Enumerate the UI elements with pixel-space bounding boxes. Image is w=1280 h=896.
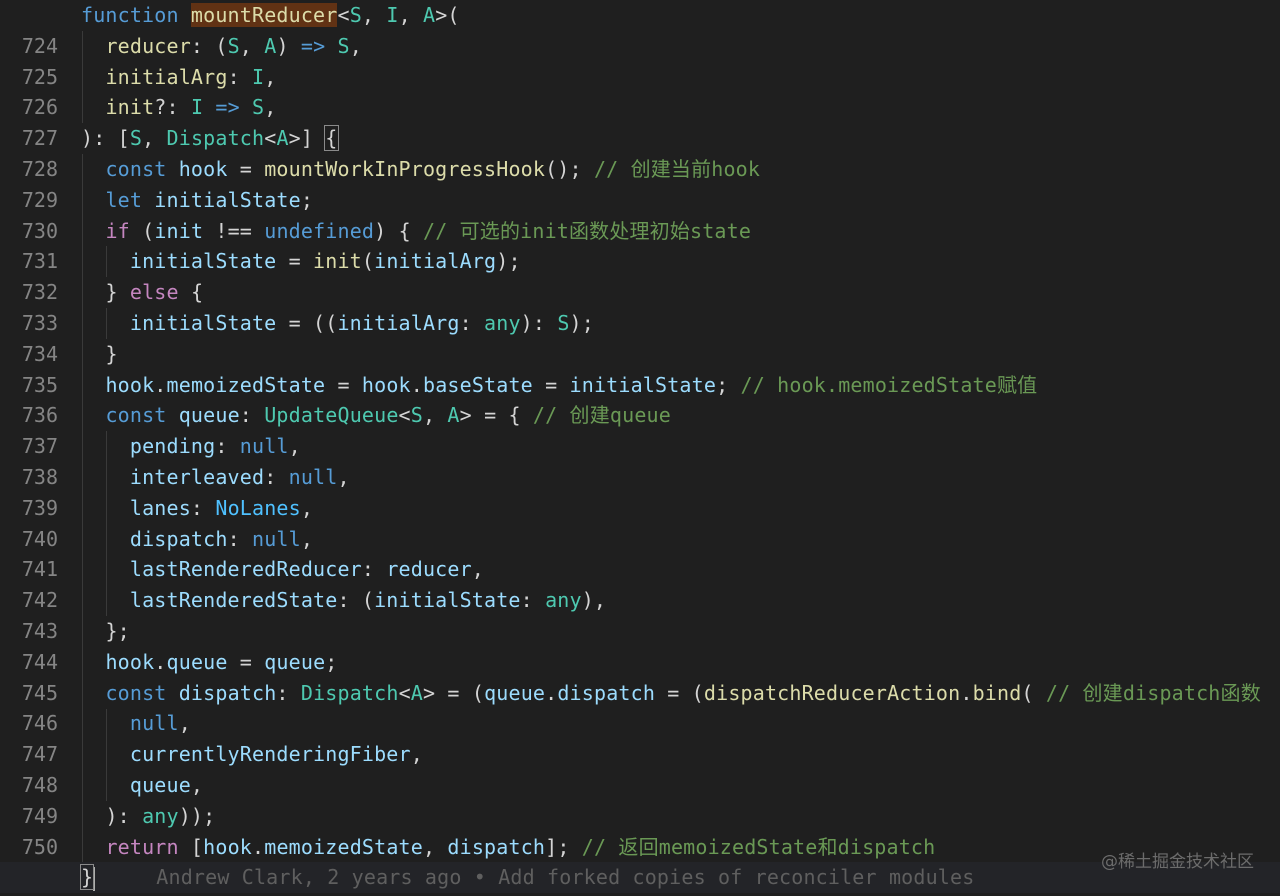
code-line[interactable]: 741 dispatch: null,	[0, 524, 1280, 582]
code-text: reducer: (S, A) => S,	[105, 33, 362, 58]
code-text: } Andrew Clark, 2 years ago • Add forked…	[79, 864, 975, 891]
code-text: lastRenderedReducer: reducer,	[129, 557, 485, 582]
code-text: } else {	[105, 280, 204, 305]
code-line[interactable]: 724 function mountReducer<S, I, A>(	[0, 0, 1280, 58]
code-text: const queue: UpdateQueue<S, A> = { // 创建…	[105, 403, 671, 428]
code-text: hook.memoizedState = hook.baseState = in…	[105, 372, 1038, 397]
code-line[interactable]: 727 init?: I => S,	[0, 92, 1280, 150]
code-text: init?: I => S,	[105, 95, 277, 120]
code-line[interactable]: 751 return [hook.memoizedState, dispatch…	[0, 832, 1280, 890]
code-line[interactable]: 728 ): [S, Dispatch<A>] {	[0, 123, 1280, 181]
code-line-current[interactable]: 752 } Andrew Clark, 2 years ago • Add fo…	[0, 862, 1280, 894]
code-line[interactable]: 746 const dispatch: Dispatch<A> = (queue…	[0, 678, 1280, 736]
code-text: hook.queue = queue;	[105, 649, 338, 674]
watermark: @稀土掘金技术社区	[1101, 852, 1254, 872]
text-cursor-icon	[93, 866, 96, 891]
code-text: interleaved: null,	[129, 465, 350, 489]
code-line[interactable]: 745 hook.queue = queue;	[0, 647, 1280, 705]
code-line[interactable]: 742 lastRenderedReducer: reducer,	[0, 554, 1280, 612]
code-text: }	[105, 341, 118, 366]
code-line[interactable]: 739 interleaved: null,	[0, 462, 1280, 520]
code-text: };	[105, 619, 130, 643]
code-line[interactable]: 743 lastRenderedState: (initialState: an…	[0, 585, 1280, 643]
code-line[interactable]: 737 const queue: UpdateQueue<S, A> = { /…	[0, 400, 1280, 458]
code-line[interactable]: 734 initialState = ((initialArg: any): S…	[0, 308, 1280, 366]
code-text: initialState = ((initialArg: any): S);	[129, 311, 594, 335]
code-line[interactable]: 731 if (init !== undefined) { // 可选的init…	[0, 216, 1280, 274]
code-line[interactable]: 736 hook.memoizedState = hook.baseState …	[0, 370, 1280, 428]
code-text: let initialState;	[105, 187, 314, 212]
code-text: initialArg: I,	[105, 64, 277, 89]
code-text: lanes: NoLanes,	[129, 495, 314, 520]
code-editor[interactable]: 724 function mountReducer<S, I, A>( 725 …	[0, 0, 1280, 896]
code-text: ): [S, Dispatch<A>] {	[81, 125, 339, 152]
code-line[interactable]: 725 reducer: (S, A) => S,	[0, 31, 1280, 89]
git-blame-annotation[interactable]: Andrew Clark, 2 years ago • Add forked c…	[156, 865, 974, 889]
code-text: null,	[129, 711, 191, 736]
code-text: if (init !== undefined) { // 可选的init函数处理…	[105, 218, 752, 243]
code-text: function mountReducer<S, I, A>(	[81, 3, 460, 27]
code-text: const hook = mountWorkInProgressHook(); …	[105, 157, 761, 181]
code-text: dispatch: null,	[129, 526, 314, 551]
code-text: initialState = init(initialArg);	[129, 249, 521, 274]
code-line[interactable]: 740 lanes: NoLanes,	[0, 493, 1280, 551]
code-line[interactable]: 726 initialArg: I,	[0, 62, 1280, 120]
code-text: return [hook.memoizedState, dispatch]; /…	[105, 834, 936, 859]
code-line[interactable]: 744 };	[0, 616, 1280, 674]
code-text: pending: null,	[129, 434, 301, 459]
code-line[interactable]: 732 initialState = init(initialArg);	[0, 246, 1280, 304]
code-text: lastRenderedState: (initialState: any),	[129, 588, 607, 613]
code-text: currentlyRenderingFiber,	[129, 742, 423, 767]
code-line[interactable]: 730 let initialState;	[0, 185, 1280, 243]
code-line[interactable]: 749 queue,	[0, 770, 1280, 828]
code-text: queue,	[129, 773, 204, 797]
code-text: const dispatch: Dispatch<A> = (queue.dis…	[105, 680, 1261, 705]
code-line[interactable]: 750 ): any));	[0, 801, 1280, 859]
code-line[interactable]: 733 } else {	[0, 277, 1280, 335]
code-line[interactable]: 738 pending: null,	[0, 431, 1280, 489]
code-line[interactable]: 729 const hook = mountWorkInProgressHook…	[0, 154, 1280, 212]
code-text: ): any));	[105, 803, 216, 828]
code-line[interactable]: 748 currentlyRenderingFiber,	[0, 739, 1280, 797]
code-line[interactable]: 747 null,	[0, 708, 1280, 766]
code-line[interactable]: 735 }	[0, 339, 1280, 397]
